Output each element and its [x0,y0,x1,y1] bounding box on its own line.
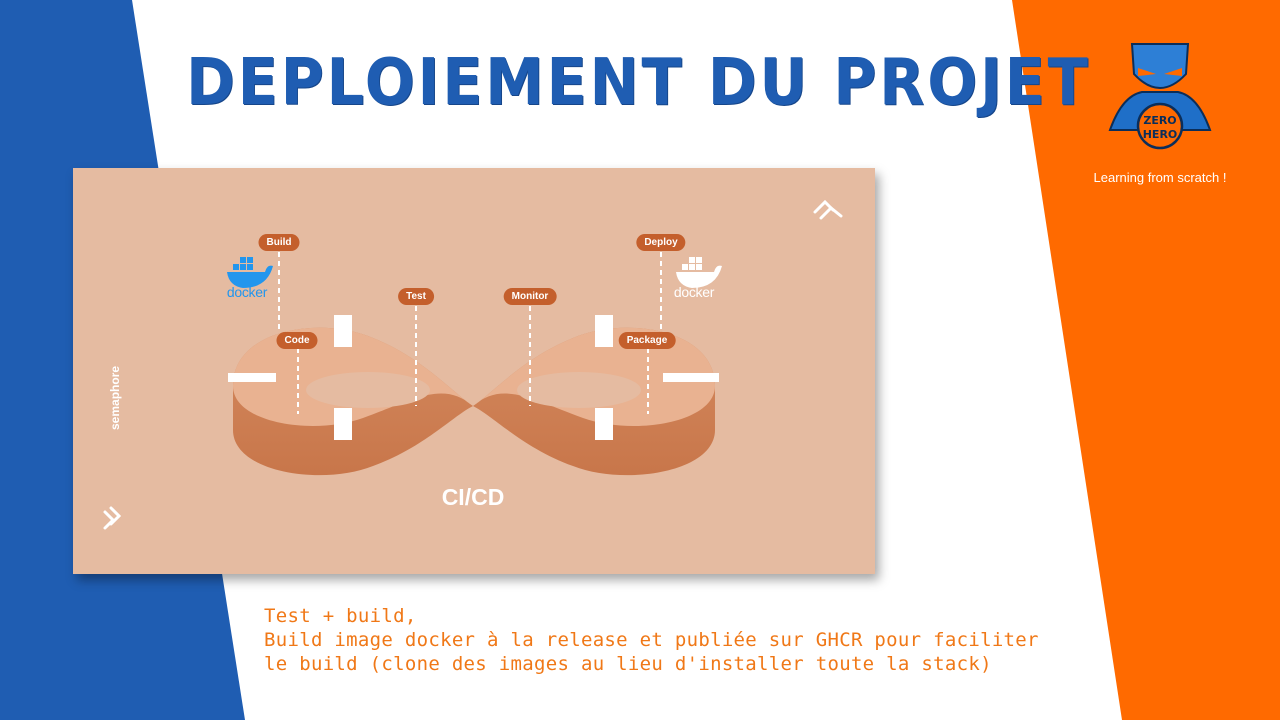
stage-build: Build [258,234,300,251]
caption-line-2: Build image docker à la release et publi… [264,629,1039,651]
gate-marker [228,373,276,382]
docker-label-left: docker [226,284,268,300]
logo-text-top: ZERO [1143,114,1176,127]
gate-marker [595,408,613,440]
slide-caption: Test + build, Build image docker à la re… [264,604,1084,676]
cicd-text: CI/CD [441,484,505,510]
loop-hole-left [306,372,430,408]
gate-marker [334,315,352,347]
slide-title: DEPLOIEMENT DU PROJET [186,46,1091,120]
semaphore-logo-icon [103,506,121,530]
caption-line-1: Test + build, [264,605,417,627]
logo-text-bottom: HERO [1143,128,1178,141]
infinity-loop-diagram [227,199,843,476]
cicd-diagram-card: Build Code Test Monitor Deploy Package d… [73,168,875,574]
gate-marker [595,315,613,347]
gate-marker [663,373,719,382]
stage-package: Package [618,332,676,349]
stage-deploy: Deploy [636,234,686,251]
stage-test: Test [398,288,434,305]
tagline: Learning from scratch ! [1093,170,1227,185]
stage-code: Code [276,332,318,349]
stage-monitor: Monitor [503,288,557,305]
semaphore-icon [813,199,843,220]
semaphore-brand: semaphore [108,365,122,430]
docker-label-right: docker [673,284,715,300]
loop-hole-right [517,372,641,408]
gate-marker [334,408,352,440]
zero-hero-logo: ZERO HERO [1108,43,1212,150]
caption-line-3: le build (clone des images au lieu d'ins… [264,653,992,675]
